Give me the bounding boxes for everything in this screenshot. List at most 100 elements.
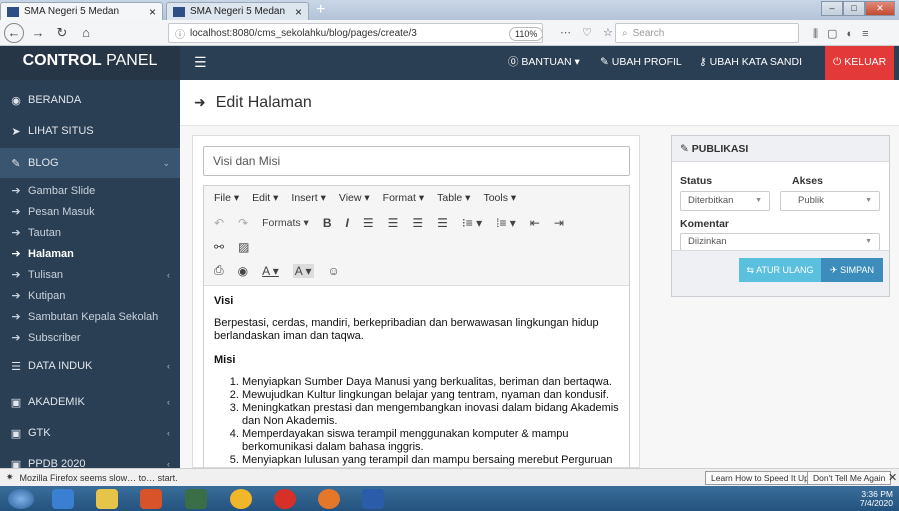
reload-icon[interactable]: ↻: [52, 23, 72, 43]
sidebar-item-gtk[interactable]: ▣ GTK ‹: [0, 419, 180, 447]
sidebar-sub-subscriber[interactable]: ➔ Subscriber: [0, 327, 180, 348]
formats-dropdown[interactable]: Formats ▾: [262, 217, 309, 229]
post-title-input[interactable]: Visi dan Misi: [203, 146, 630, 176]
sidebar-item-akademik[interactable]: ▣ AKADEMIK ‹: [0, 388, 180, 416]
page-header: ➜ Edit Halaman: [180, 80, 899, 126]
browser-tab[interactable]: SMA Negeri 5 Medan ×: [166, 2, 309, 20]
send-icon: ✈: [830, 265, 838, 275]
menu-ubah-kata-sandi[interactable]: ⚷ UBAH KATA SANDI: [699, 46, 802, 80]
toolbar-icons[interactable]: ⫼▢◐≡: [813, 27, 878, 41]
align-center-icon[interactable]: ☰: [388, 216, 399, 230]
menu-bantuan[interactable]: ⓪ BANTUAN ▾: [508, 46, 580, 80]
sidebar-item-lihat-situs[interactable]: ➤ LIHAT SITUS: [0, 117, 180, 145]
indent-icon[interactable]: ⇥: [554, 216, 564, 230]
access-select[interactable]: Publik ▼: [780, 191, 880, 211]
editor-menu-file[interactable]: File ▾: [214, 192, 239, 204]
url-bar[interactable]: ⓘ localhost:8080/cms_sekolahku/blog/page…: [168, 23, 544, 43]
learn-speed-button[interactable]: Learn How to Speed It Up: [705, 471, 815, 485]
sidebar-item-label: GTK: [28, 427, 51, 439]
save-button[interactable]: ✈ SIMPAN: [821, 258, 883, 282]
system-tray[interactable]: 3:36 PM 7/4/2020: [860, 490, 893, 508]
arrow-icon: ➔: [11, 332, 21, 344]
editor-content[interactable]: Visi Berpestasi, cerdas, mandiri, berkep…: [204, 287, 629, 470]
sidebar-sub-halaman[interactable]: ➔ Halaman: [0, 243, 180, 264]
help-icon: ⓪: [508, 56, 519, 68]
close-tab-icon[interactable]: ×: [149, 5, 156, 19]
content-list: Menyiapkan Sumber Daya Manusi yang berku…: [242, 376, 619, 470]
undo-icon[interactable]: ↶: [214, 216, 224, 230]
bg-color-icon[interactable]: A ▾: [292, 263, 314, 278]
editor-menu-insert[interactable]: Insert ▾: [291, 192, 325, 204]
link-icon[interactable]: ⚯: [214, 240, 224, 254]
close-tab-icon[interactable]: ×: [295, 5, 302, 19]
key-icon: ⚷: [699, 56, 707, 68]
chevron-left-icon: ‹: [167, 459, 170, 468]
chrome-icon[interactable]: [230, 489, 252, 509]
sidebar-item-beranda[interactable]: ◉ BERANDA: [0, 86, 180, 114]
bold-icon[interactable]: B: [323, 216, 332, 230]
new-tab-button[interactable]: +: [316, 1, 325, 19]
preview-icon[interactable]: ◉: [238, 264, 248, 278]
status-select[interactable]: Diterbitkan ▼: [680, 191, 770, 211]
outdent-icon[interactable]: ⇤: [530, 216, 540, 230]
reset-button[interactable]: ⇆ ATUR ULANG: [739, 258, 821, 282]
ie-icon[interactable]: [52, 489, 74, 509]
arrow-icon: ➔: [11, 227, 21, 239]
home-icon[interactable]: ⌂: [76, 23, 96, 43]
back-icon[interactable]: ←: [4, 22, 24, 43]
align-right-icon[interactable]: ☰: [412, 216, 423, 230]
editor-menu-format[interactable]: Format ▾: [383, 192, 424, 204]
logout-button[interactable]: ⏻ KELUAR: [825, 46, 895, 80]
sidebar-sub-sambutan[interactable]: ➔ Sambutan Kepala Sekolah: [0, 306, 180, 327]
comment-select[interactable]: Diizinkan ▼: [680, 233, 880, 251]
emoticon-icon[interactable]: ☺: [328, 264, 340, 278]
maximize-button[interactable]: □: [843, 1, 865, 16]
sidebar-sub-gambar-slide[interactable]: ➔ Gambar Slide: [0, 180, 180, 201]
app-icon[interactable]: [185, 489, 207, 509]
sidebar-sub-tulisan[interactable]: ➔ Tulisan ‹: [0, 264, 180, 285]
edit-icon: ✎: [680, 143, 689, 155]
start-button[interactable]: [8, 489, 34, 509]
menu-ubah-profil[interactable]: ✎ UBAH PROFIL: [600, 46, 682, 80]
firefox-icon[interactable]: [318, 489, 340, 509]
opera-icon[interactable]: [274, 489, 296, 509]
editor-menu-tools[interactable]: Tools ▾: [483, 192, 516, 204]
image-icon[interactable]: ▨: [238, 240, 249, 254]
sidebar-sub-kutipan[interactable]: ➔ Kutipan: [0, 285, 180, 306]
minimize-button[interactable]: –: [821, 1, 843, 16]
editor-menu-table[interactable]: Table ▾: [437, 192, 470, 204]
browser-navbar: ← → ↻ ⌂ ⓘ localhost:8080/cms_sekolahku/b…: [0, 20, 899, 46]
editor-menu-edit[interactable]: Edit ▾: [252, 192, 278, 204]
search-input[interactable]: ⌕ Search: [615, 23, 799, 43]
print-icon[interactable]: ⎙: [214, 263, 224, 278]
browser-tab-active[interactable]: SMA Negeri 5 Medan ×: [0, 2, 163, 20]
send-icon: ➤: [11, 125, 21, 138]
word-icon[interactable]: [362, 489, 384, 509]
close-window-button[interactable]: ✕: [865, 1, 895, 16]
sidebar-item-blog[interactable]: ✎ BLOG ⌄: [0, 148, 180, 178]
dont-tell-button[interactable]: Don't Tell Me Again: [807, 471, 892, 485]
redo-icon[interactable]: ↷: [238, 216, 248, 230]
sidebar-item-ppdb[interactable]: ▣ PPDB 2020 ‹: [0, 450, 180, 468]
page-action-icons[interactable]: ⋯ ♡ ☆: [560, 26, 617, 39]
forward-icon[interactable]: →: [28, 23, 48, 43]
align-left-icon[interactable]: ☰: [363, 216, 374, 230]
brand-logo[interactable]: CONTROL PANEL: [0, 46, 180, 80]
sidebar-item-data-induk[interactable]: ☰ DATA INDUK ‹: [0, 352, 180, 380]
close-notification-icon[interactable]: ✕: [888, 471, 897, 484]
media-player-icon[interactable]: [140, 489, 162, 509]
menu-toggle-icon[interactable]: ☰: [194, 54, 207, 71]
zoom-level[interactable]: 110%: [509, 27, 544, 41]
folder-icon[interactable]: [96, 489, 118, 509]
sidebar-sub-pesan-masuk[interactable]: ➔ Pesan Masuk: [0, 201, 180, 222]
bullet-list-icon[interactable]: ⁝≡ ▾: [462, 216, 482, 230]
text-color-icon[interactable]: A ▾: [262, 264, 279, 278]
caret-down-icon: ▼: [865, 238, 872, 245]
sidebar-sub-tautan[interactable]: ➔ Tautan: [0, 222, 180, 243]
sign-in-icon: ➜: [194, 94, 206, 110]
italic-icon[interactable]: I: [346, 216, 349, 230]
numbered-list-icon[interactable]: ⁞≡ ▾: [496, 216, 516, 230]
access-label: Akses: [792, 175, 823, 187]
editor-menu-view[interactable]: View ▾: [339, 192, 370, 204]
align-justify-icon[interactable]: ☰: [437, 216, 448, 230]
